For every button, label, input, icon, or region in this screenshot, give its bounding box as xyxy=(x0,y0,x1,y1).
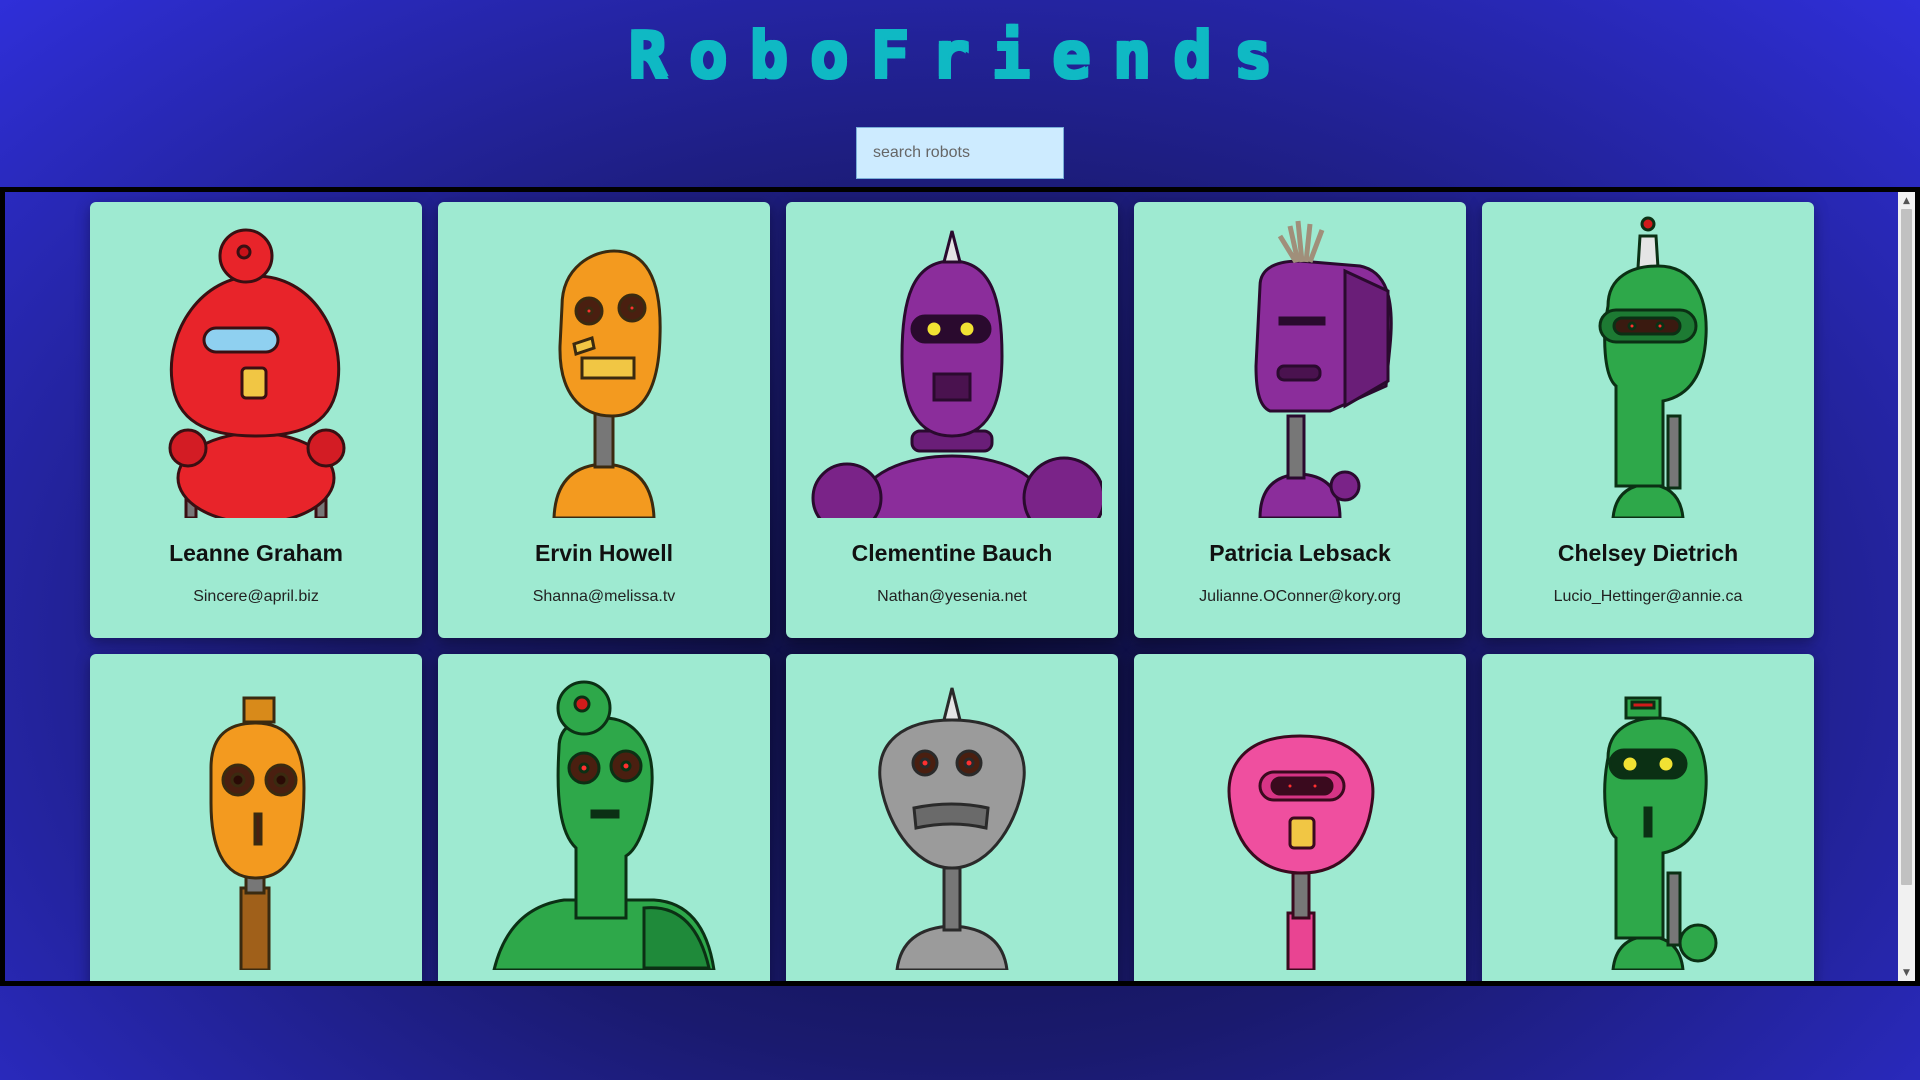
robot-card[interactable] xyxy=(90,654,422,981)
search-input[interactable] xyxy=(856,127,1064,179)
card-grid: Leanne Graham Sincere@april.biz Ervin Ho… xyxy=(90,202,1830,981)
header: RoboFriends xyxy=(0,0,1920,188)
robot-name: Ervin Howell xyxy=(534,540,674,566)
robot-email: Lucio_Hettinger@annie.ca xyxy=(1553,588,1743,605)
robot-card[interactable]: Clementine Bauch Nathan@yesenia.net xyxy=(786,202,1118,638)
card-list-scroll-container[interactable]: Leanne Graham Sincere@april.biz Ervin Ho… xyxy=(0,187,1920,986)
robot-avatar-image xyxy=(552,249,662,518)
robot-avatar-image xyxy=(1254,220,1393,518)
robot-avatar-image xyxy=(811,230,1102,518)
robot-card[interactable] xyxy=(1134,654,1466,981)
vertical-scrollbar[interactable]: ▲ ▼ xyxy=(1898,192,1915,981)
robot-card[interactable]: Ervin Howell Shanna@melissa.tv xyxy=(438,202,770,638)
robot-card[interactable]: Patricia Lebsack Julianne.OConner@kory.o… xyxy=(1134,202,1466,638)
robot-name: Chelsey Dietrich xyxy=(1557,540,1739,566)
robot-email: Shanna@melissa.tv xyxy=(532,588,676,605)
robot-name: Clementine Bauch xyxy=(851,540,1053,566)
robot-name: Patricia Lebsack xyxy=(1209,540,1391,566)
robot-email: Sincere@april.biz xyxy=(193,588,319,605)
robot-avatar-image xyxy=(209,696,306,970)
robot-avatar-image xyxy=(492,680,716,970)
robot-card[interactable]: Leanne Graham Sincere@april.biz xyxy=(90,202,422,638)
robot-avatar-image xyxy=(168,228,346,518)
scrollbar-thumb[interactable] xyxy=(1901,209,1912,885)
page-title: RoboFriends xyxy=(627,18,1293,92)
robot-avatar-image xyxy=(1598,216,1708,518)
robot-avatar-image xyxy=(1227,734,1375,970)
robot-email: Nathan@yesenia.net xyxy=(877,588,1027,605)
robot-name: Leanne Graham xyxy=(169,540,343,566)
robot-card[interactable]: Chelsey Dietrich Lucio_Hettinger@annie.c… xyxy=(1482,202,1814,638)
robot-email: Julianne.OConner@kory.org xyxy=(1199,588,1401,605)
robot-avatar-image xyxy=(878,687,1026,970)
robot-card[interactable] xyxy=(1482,654,1814,981)
scroll-down-arrow-icon[interactable]: ▼ xyxy=(1898,964,1915,981)
robot-avatar-image xyxy=(1603,696,1718,970)
scroll-up-arrow-icon[interactable]: ▲ xyxy=(1898,192,1915,209)
robot-card[interactable] xyxy=(786,654,1118,981)
robot-card[interactable] xyxy=(438,654,770,981)
